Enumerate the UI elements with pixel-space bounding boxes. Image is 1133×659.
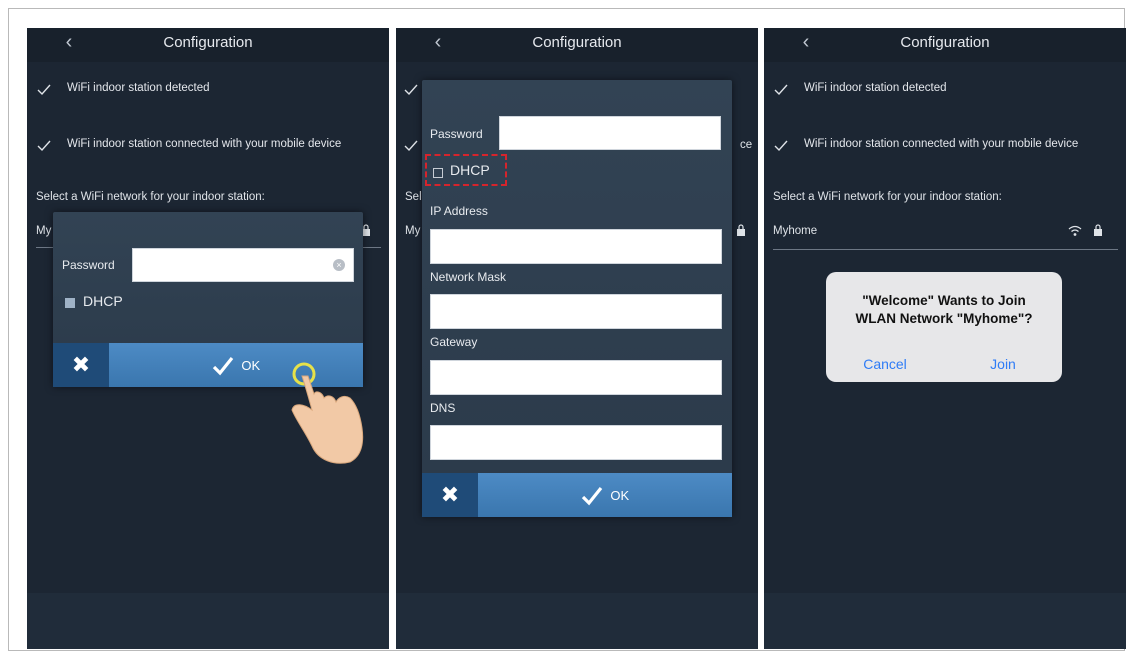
- checkmark-icon: [404, 84, 418, 96]
- checkmark-icon: [774, 140, 788, 152]
- password-label: Password: [430, 127, 483, 141]
- ok-label: OK: [610, 487, 630, 503]
- wifi-icon: [1068, 225, 1082, 236]
- checkmark-icon: [581, 486, 603, 505]
- ok-button[interactable]: OK: [478, 473, 732, 517]
- select-network-prompt: Sel: [405, 191, 422, 203]
- bottom-bar: [27, 593, 389, 649]
- dhcp-label: DHCP: [450, 162, 490, 178]
- ip-address-input[interactable]: [430, 229, 722, 264]
- checkmark-icon: [37, 84, 51, 96]
- back-chevron-icon[interactable]: ‹: [796, 28, 816, 58]
- step-connected-label: WiFi indoor station connected with your …: [804, 138, 1079, 150]
- checkmark-icon: [212, 356, 234, 375]
- phone-screen-password-dhcp: ‹ Configuration WiFi indoor station dete…: [27, 28, 389, 649]
- password-input[interactable]: [499, 116, 721, 150]
- header-bar: ‹ Configuration: [396, 28, 758, 62]
- bottom-bar: [764, 593, 1126, 649]
- dhcp-checkbox[interactable]: [433, 168, 443, 178]
- cancel-button[interactable]: ✖: [422, 473, 478, 517]
- password-label: Password: [62, 258, 115, 272]
- page-title: Configuration: [900, 34, 990, 51]
- step-connected-label: WiFi indoor station connected with your …: [67, 138, 342, 150]
- dhcp-checkbox[interactable]: [65, 298, 75, 308]
- join-network-alert: "Welcome" Wants to Join WLAN Network "My…: [826, 272, 1062, 382]
- page-title: Configuration: [163, 34, 253, 51]
- ok-label: OK: [241, 357, 261, 373]
- alert-join-button[interactable]: Join: [944, 356, 1062, 372]
- network-mask-label: Network Mask: [430, 270, 507, 284]
- alert-title-line1: "Welcome" Wants to Join: [862, 293, 1026, 308]
- network-mask-input[interactable]: [430, 294, 722, 329]
- dhcp-label: DHCP: [83, 293, 123, 309]
- phone-screen-join-alert: ‹ Configuration WiFi indoor station dete…: [764, 28, 1126, 649]
- checkmark-icon: [37, 140, 51, 152]
- alert-cancel-button[interactable]: Cancel: [826, 356, 944, 372]
- network-row[interactable]: Myhome: [773, 225, 817, 237]
- header-bar: ‹ Configuration: [27, 28, 389, 62]
- close-icon: ✖: [440, 482, 460, 507]
- divider: [773, 249, 1118, 250]
- lock-icon: [1094, 224, 1102, 236]
- lock-icon: [737, 224, 745, 236]
- step-detected-label: WiFi indoor station detected: [67, 82, 210, 94]
- page-title: Configuration: [532, 34, 622, 51]
- header-bar: ‹ Configuration: [764, 28, 1126, 62]
- static-ip-dialog: Password DHCP IP Address Network Mask Ga…: [422, 80, 732, 517]
- network-row[interactable]: My: [36, 225, 51, 237]
- checkmark-icon: [774, 84, 788, 96]
- gateway-input[interactable]: [430, 360, 722, 395]
- phone-screen-static-ip: ‹ Configuration ce Sel My Password DHCP …: [396, 28, 758, 649]
- checkmark-icon: [404, 140, 418, 152]
- step-connected-label: ce: [740, 139, 753, 151]
- network-row[interactable]: My: [405, 225, 420, 237]
- dns-input[interactable]: [430, 425, 722, 460]
- ip-address-label: IP Address: [430, 204, 488, 218]
- select-network-prompt: Select a WiFi network for your indoor st…: [773, 191, 1002, 203]
- step-detected-label: WiFi indoor station detected: [804, 82, 947, 94]
- gateway-label: Gateway: [430, 335, 478, 349]
- select-network-prompt: Select a WiFi network for your indoor st…: [36, 191, 265, 203]
- clear-input-icon[interactable]: ×: [333, 259, 345, 271]
- bottom-bar: [396, 593, 758, 649]
- tapping-hand-icon: [291, 362, 364, 464]
- password-input[interactable]: ×: [132, 248, 354, 282]
- close-icon: ✖: [71, 352, 91, 377]
- alert-title: "Welcome" Wants to Join WLAN Network "My…: [826, 292, 1062, 328]
- alert-title-line2: WLAN Network "Myhome"?: [855, 311, 1033, 326]
- dns-label: DNS: [430, 401, 456, 415]
- back-chevron-icon[interactable]: ‹: [59, 28, 79, 58]
- back-chevron-icon[interactable]: ‹: [428, 28, 448, 58]
- cancel-button[interactable]: ✖: [53, 343, 109, 387]
